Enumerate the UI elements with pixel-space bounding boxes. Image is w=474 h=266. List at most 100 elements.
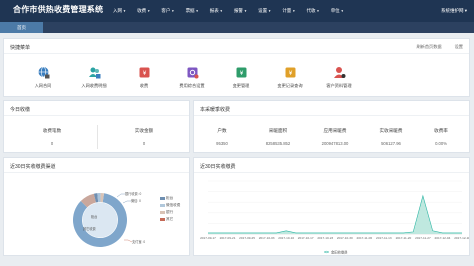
divider bbox=[194, 115, 469, 116]
app-title: 合作市供热收费管理系统 bbox=[13, 5, 104, 14]
nav-item-settings[interactable]: 设置▼ bbox=[258, 8, 282, 16]
shortcut-charge[interactable]: ¥ 收费 bbox=[119, 66, 169, 89]
legend-swatch bbox=[160, 210, 165, 214]
shortcut-network-detail[interactable]: 入网收费明细 bbox=[69, 66, 119, 89]
legend-swatch bbox=[160, 217, 165, 221]
nav-label: 收费 bbox=[137, 8, 147, 13]
callout-alipay: 支付宝: 0 bbox=[132, 239, 145, 244]
nav-label: 报表 bbox=[209, 8, 219, 13]
shortcut-label: 变更记录查询 bbox=[277, 83, 303, 88]
nav-item-alarm[interactable]: 报警▼ bbox=[234, 8, 258, 16]
legend-bank[interactable]: 银行 bbox=[160, 210, 173, 215]
change-manage-icon: ¥ bbox=[235, 66, 248, 79]
divider bbox=[4, 53, 469, 54]
trend-chart-panel: 近30日实收缴费 2017-09-17 2017-09-21 2017-09-25 2… bbox=[193, 157, 470, 256]
col-rate: 收费率 bbox=[434, 128, 448, 133]
shortcut-network-contract[interactable]: 入网合同 bbox=[18, 66, 68, 89]
legend-label: 柜台 bbox=[166, 196, 174, 200]
panel-title: 本采暖季收费 bbox=[200, 107, 231, 113]
x-tick-label: 2017-10-10 bbox=[278, 236, 294, 240]
nav-item-network[interactable]: 入网▼ bbox=[113, 8, 137, 16]
x-tick-label: 2017-10-23 bbox=[317, 236, 333, 240]
chevron-down-icon: ▼ bbox=[243, 9, 247, 13]
callout-counter: 柜台 bbox=[91, 214, 97, 219]
user-menu[interactable]: 系统维护网 ▾ bbox=[441, 8, 467, 14]
x-tick-label: 2017-11-20 bbox=[396, 236, 412, 240]
x-tick-label: 2017-10-30 bbox=[337, 236, 353, 240]
callout-other: 其它收费 bbox=[83, 226, 96, 231]
chevron-down-icon: ▼ bbox=[316, 9, 320, 13]
nav-label: 计量 bbox=[282, 8, 292, 13]
nav-label: 代收 bbox=[306, 8, 316, 13]
val-households: 95350 bbox=[216, 141, 228, 146]
nav-item-unit[interactable]: 单位▼ bbox=[331, 8, 355, 16]
x-tick-label: 2017-09-21 bbox=[220, 236, 236, 240]
shortcut-label: 变更管理 bbox=[232, 83, 250, 88]
legend-label: 银行 bbox=[166, 210, 174, 214]
customer-manage-icon bbox=[333, 66, 346, 79]
chevron-down-icon: ▼ bbox=[340, 9, 344, 13]
chevron-down-icon: ▼ bbox=[195, 9, 199, 13]
legend-label: 其它 bbox=[166, 217, 174, 221]
nav-item-report[interactable]: 报表▼ bbox=[210, 8, 234, 16]
x-tick-label: 2017-12-11 bbox=[454, 236, 469, 240]
panel-title: 快捷菜单 bbox=[10, 45, 31, 51]
callout-wechat: 微信: 0 bbox=[131, 198, 141, 203]
divider bbox=[4, 115, 189, 116]
nav-item-agency[interactable]: 代收▼ bbox=[307, 8, 331, 16]
nav-item-charge[interactable]: 收费▼ bbox=[137, 8, 161, 16]
refresh-link[interactable]: 刷新首页数据 bbox=[416, 44, 441, 50]
legend-label: 微信收费 bbox=[166, 203, 181, 207]
shortcut-fee-settings[interactable]: 费用综合设置 bbox=[167, 66, 217, 89]
fee-settings-icon bbox=[186, 66, 199, 79]
settings-link[interactable]: 设置 bbox=[455, 44, 463, 50]
val-due: 200947813.00 bbox=[321, 141, 349, 146]
col-area: 采暖面积 bbox=[268, 128, 288, 133]
legend-wechat[interactable]: 微信收费 bbox=[160, 203, 180, 208]
area-fill bbox=[208, 195, 462, 234]
chevron-down-icon: ▼ bbox=[171, 9, 175, 13]
x-tick-label: 2017-11-13 bbox=[376, 236, 392, 240]
divider bbox=[97, 125, 98, 149]
main-nav: 入网▼ 收费▼ 客户▼ 票据▼ 报表▼ 报警▼ 设置▼ 计量▼ 代收▼ 单位▼ bbox=[113, 8, 355, 16]
change-log-icon: ¥ bbox=[284, 66, 297, 79]
chevron-down-icon: ▼ bbox=[123, 9, 126, 13]
val-rate: 0.00% bbox=[435, 141, 447, 146]
callout-bank: 银行收费: 0 bbox=[125, 191, 142, 196]
nav-label: 报警 bbox=[233, 8, 243, 13]
shortcut-change-log[interactable]: ¥ 变更记录查询 bbox=[265, 66, 315, 89]
network-contract-icon bbox=[37, 66, 50, 79]
nav-item-metering[interactable]: 计量▼ bbox=[282, 8, 306, 16]
chevron-down-icon: ▼ bbox=[147, 9, 151, 13]
count-label: 收费笔数 bbox=[42, 128, 62, 133]
shortcut-label: 客户资料管理 bbox=[326, 83, 352, 88]
shortcut-customer-manage[interactable]: 客户资料管理 bbox=[314, 66, 364, 89]
nav-item-customer[interactable]: 客户▼ bbox=[161, 8, 185, 16]
panel-title: 近30日实收缴费渠道 bbox=[10, 164, 56, 170]
legend-series: 金田收缴费 bbox=[331, 250, 348, 255]
channel-chart-panel: 近30日实收缴费渠道 银行收费: 0 微信: 0 柜台 其它收费 支付宝: 0 … bbox=[3, 157, 190, 256]
val-area: 8258535.852 bbox=[265, 141, 291, 146]
x-tick-label: 2017-09-25 bbox=[239, 236, 255, 240]
nav-label: 客户 bbox=[161, 8, 171, 13]
col-paid: 实收采暖费 bbox=[379, 128, 403, 133]
shortcut-change-manage[interactable]: ¥ 变更管理 bbox=[216, 66, 266, 89]
legend-other[interactable]: 其它 bbox=[160, 217, 173, 222]
season-charge-panel: 本采暖季收费 户数 95350 采暖面积 8258535.852 应用采暖费 2… bbox=[193, 100, 470, 153]
today-collection-panel: 今日收缴 收费笔数 0 实收金额 0 bbox=[3, 100, 190, 153]
chevron-down-icon: ▼ bbox=[292, 9, 296, 13]
col-households: 户数 bbox=[217, 128, 227, 133]
shortcut-label: 费用综合设置 bbox=[179, 83, 205, 88]
panel-title: 今日收缴 bbox=[10, 107, 31, 113]
amount-label: 实收金额 bbox=[134, 128, 154, 133]
legend-counter[interactable]: 柜台 bbox=[160, 196, 173, 201]
x-tick-label: 2017-10-03 bbox=[259, 236, 275, 240]
nav-item-invoice[interactable]: 票据▼ bbox=[186, 8, 210, 16]
quick-menu-panel: 快捷菜单 刷新首页数据 设置 入网合同 入网收费明细 ¥ 收费 费用综合设置 ¥… bbox=[3, 38, 470, 97]
tab-home[interactable]: 首页 bbox=[0, 22, 43, 33]
charge-icon: ¥ bbox=[138, 66, 151, 79]
amount-value: 0 bbox=[142, 141, 146, 146]
shortcut-label: 入网收费明细 bbox=[81, 83, 107, 88]
legend-swatch bbox=[160, 203, 165, 207]
top-navbar: 合作市供热收费管理系统 入网▼ 收费▼ 客户▼ 票据▼ 报表▼ 报警▼ 设置▼ … bbox=[0, 0, 474, 22]
